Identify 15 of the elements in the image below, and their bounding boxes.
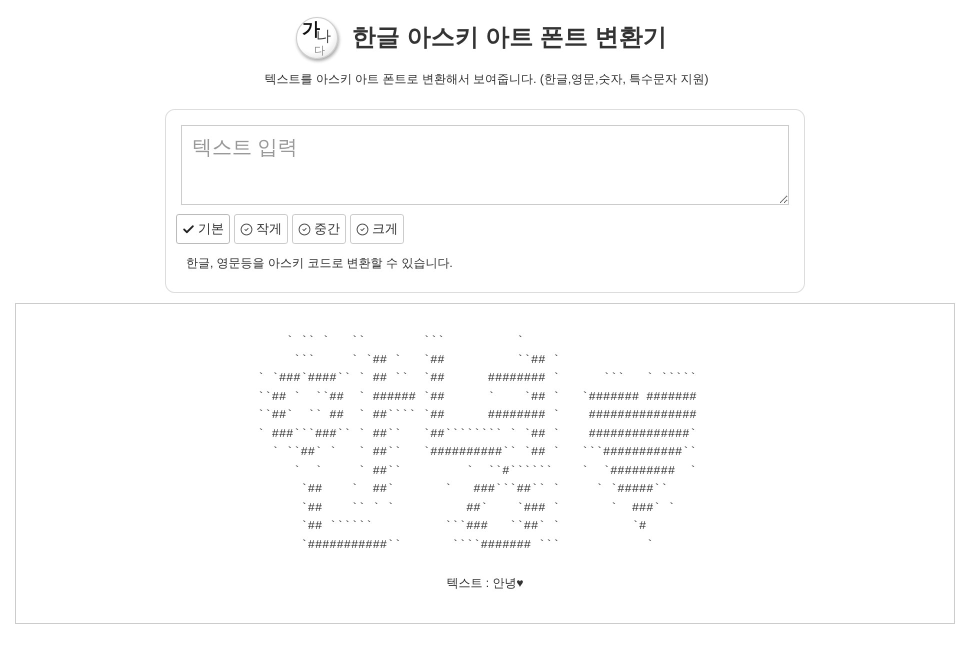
hint-text: 한글, 영문등을 아스키 코드로 변환할 수 있습니다.: [186, 255, 454, 272]
size-option-button[interactable]: 크게: [350, 214, 404, 244]
circle-check-icon: [356, 222, 369, 236]
ascii-art: ` `` ` `` ``` ` ``` ` `## ` `## ``## ` ` `###`####`` ` ## `` `## ######## ` ``` ` ````` ``## ` ``## ` ###### `## ` `## ` `####### ####### ``##` `` ## ` ##```` `## ######## ` ############### ` ###```###`` ` ##`` `##```````` ` `## ` ##############` ` ``##` ` ` ##`` `##########`` `## ` ```###########`` ` ` ` ##`` ` ``#`````` ` `######### ` `## ` ##` ` ###```##`` ` ` `#####`` `## `` ` ` ##` `### ` ` ###` ` `## `````` ```### ``##` ` `# `###########`` ````####### ``` `: [257, 333, 697, 554]
check-icon: [182, 222, 195, 236]
page-title: 한글 아스키 아트 폰트 변환기: [352, 23, 667, 53]
result-caption: 텍스트 : 안녕♥: [446, 575, 524, 592]
size-option-button[interactable]: 기본: [176, 214, 230, 244]
text-input-field[interactable]: 텍스트 입력: [181, 125, 789, 205]
size-option-button[interactable]: 작게: [234, 214, 288, 244]
circle-check-icon: [298, 222, 311, 236]
size-option-button[interactable]: 중간: [292, 214, 346, 244]
page-subtitle: 텍스트를 아스키 아트 폰트로 변환해서 보여줍니다. (한글,영문,숫자, 특수문자 지원): [264, 71, 710, 88]
circle-check-icon: [240, 222, 253, 236]
logo-letter: 다: [314, 46, 326, 57]
